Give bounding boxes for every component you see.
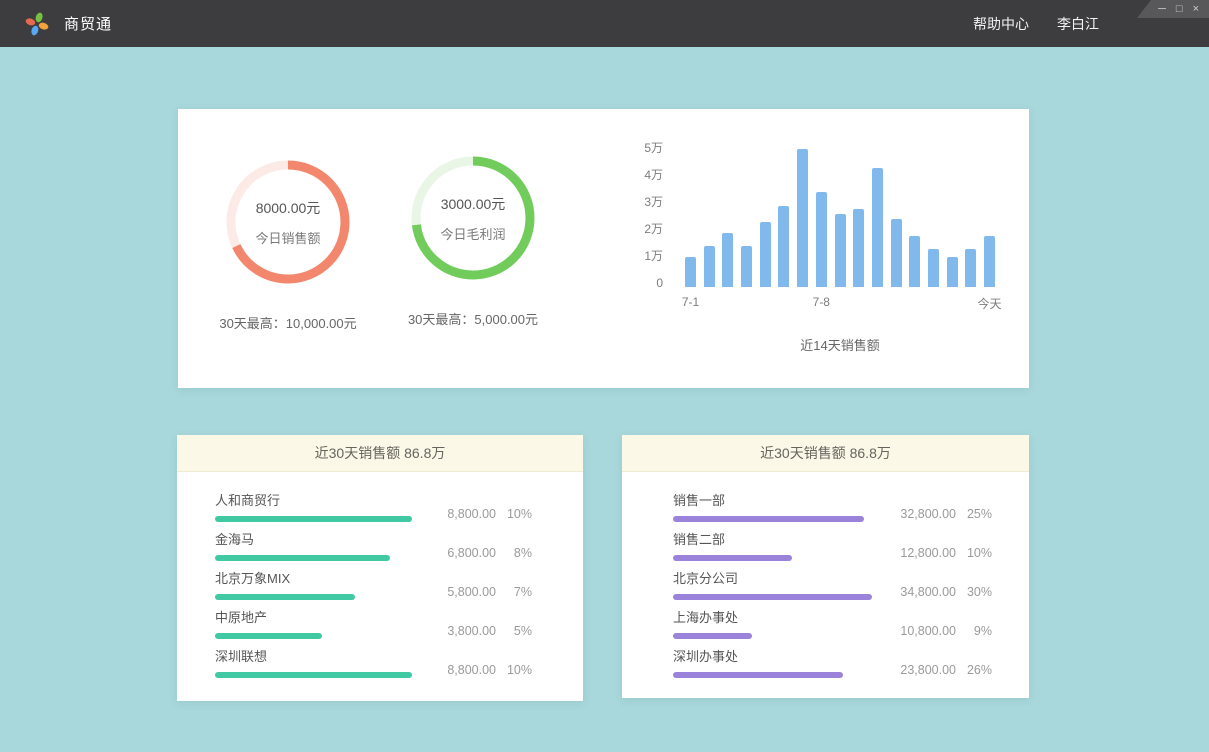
profit-30day-max: 30天最高：5,000.00元 bbox=[393, 309, 553, 328]
list-item: 深圳联想 8,800.0010% bbox=[215, 648, 532, 678]
progress-bar bbox=[673, 672, 843, 678]
percent: 25% bbox=[956, 507, 992, 521]
progress-bar bbox=[673, 555, 792, 561]
amount: 3,800.00 bbox=[426, 624, 496, 638]
percent: 9% bbox=[956, 624, 992, 638]
list-item: 北京分公司 34,800.0030% bbox=[673, 570, 992, 600]
percent: 7% bbox=[496, 585, 532, 599]
chart-bar bbox=[891, 219, 902, 287]
today-profit-label: 今日毛利润 bbox=[440, 224, 505, 243]
list-item: 销售二部 12,800.0010% bbox=[673, 531, 992, 561]
close-button[interactable]: × bbox=[1193, 0, 1199, 18]
list-item: 金海马 6,800.008% bbox=[215, 531, 532, 561]
y-axis-tick: 0 bbox=[656, 276, 663, 290]
chart-bar bbox=[853, 209, 864, 287]
amount: 12,800.00 bbox=[886, 546, 956, 560]
y-axis: 01万2万3万4万5万 bbox=[633, 145, 663, 287]
amount: 6,800.00 bbox=[426, 546, 496, 560]
chart-bar bbox=[816, 192, 827, 287]
list-item: 中原地产 3,800.005% bbox=[215, 609, 532, 639]
chart-bar bbox=[685, 257, 696, 287]
chart-bar bbox=[984, 236, 995, 287]
overview-panel: 8000.00元 今日销售额 30天最高：10,000.00元 3000.00元… bbox=[178, 109, 1029, 388]
customer-sales-panel: 近30天销售额 86.8万 人和商贸行 8,800.0010% 金海马 6,80… bbox=[177, 435, 583, 701]
maximize-button[interactable]: □ bbox=[1176, 0, 1183, 18]
chart-bar bbox=[928, 249, 939, 287]
y-axis-tick: 2万 bbox=[644, 222, 663, 236]
progress-bar bbox=[673, 633, 752, 639]
titlebar-menu: 帮助中心 李白江 bbox=[973, 14, 1099, 34]
progress-bar bbox=[673, 594, 872, 600]
app-window: 商贸通 帮助中心 李白江 ─ □ × 8000.00元 今日销售额 bbox=[0, 0, 1209, 752]
chart-bar bbox=[760, 222, 771, 287]
list-item: 人和商贸行 8,800.0010% bbox=[215, 492, 532, 522]
chart-bar bbox=[741, 246, 752, 287]
progress-bar bbox=[215, 594, 355, 600]
y-axis-tick: 5万 bbox=[644, 141, 663, 155]
amount: 34,800.00 bbox=[886, 585, 956, 599]
list-item: 深圳办事处 23,800.0026% bbox=[673, 648, 992, 678]
chart-bar bbox=[872, 168, 883, 287]
amount: 10,800.00 bbox=[886, 624, 956, 638]
chart-bar bbox=[965, 249, 976, 287]
dashboard: 8000.00元 今日销售额 30天最高：10,000.00元 3000.00元… bbox=[0, 47, 1209, 752]
today-profit-donut: 3000.00元 今日毛利润 30天最高：5,000.00元 bbox=[393, 154, 553, 328]
amount: 8,800.00 bbox=[426, 507, 496, 521]
y-axis-tick: 3万 bbox=[644, 195, 663, 209]
bar-plot bbox=[685, 145, 995, 287]
x-axis-label: 7-8 bbox=[813, 295, 830, 309]
chart-bar bbox=[947, 257, 958, 287]
x-axis-label: 今天 bbox=[977, 295, 1001, 312]
percent: 10% bbox=[496, 663, 532, 677]
amount: 32,800.00 bbox=[886, 507, 956, 521]
department-sales-panel: 近30天销售额 86.8万 销售一部 32,800.0025% 销售二部 12,… bbox=[622, 435, 1029, 698]
list-item: 北京万象MIX 5,800.007% bbox=[215, 570, 532, 600]
progress-bar bbox=[215, 516, 412, 522]
titlebar: 商贸通 帮助中心 李白江 ─ □ × bbox=[0, 0, 1209, 47]
y-axis-tick: 1万 bbox=[644, 249, 663, 263]
user-menu[interactable]: 李白江 bbox=[1057, 14, 1099, 34]
list-item: 上海办事处 10,800.009% bbox=[673, 609, 992, 639]
chart-bar bbox=[704, 246, 715, 287]
chart-bar bbox=[778, 206, 789, 287]
sales-14day-chart: 01万2万3万4万5万 7-17-8今天 近14天销售额 bbox=[633, 145, 995, 380]
today-sales-value: 8000.00元 bbox=[256, 198, 321, 218]
today-profit-value: 3000.00元 bbox=[441, 194, 506, 214]
chart-bar bbox=[835, 214, 846, 287]
x-axis-label: 7-1 bbox=[682, 295, 699, 309]
chart-title: 近14天销售额 bbox=[685, 335, 995, 354]
list-item: 销售一部 32,800.0025% bbox=[673, 492, 992, 522]
app-title: 商贸通 bbox=[64, 13, 112, 34]
today-sales-label: 今日销售额 bbox=[255, 228, 320, 247]
y-axis-tick: 4万 bbox=[644, 168, 663, 182]
percent: 10% bbox=[496, 507, 532, 521]
percent: 8% bbox=[496, 546, 532, 560]
percent: 5% bbox=[496, 624, 532, 638]
percent: 30% bbox=[956, 585, 992, 599]
help-center-link[interactable]: 帮助中心 bbox=[973, 14, 1029, 34]
today-sales-donut: 8000.00元 今日销售额 30天最高：10,000.00元 bbox=[208, 158, 368, 332]
department-panel-title: 近30天销售额 86.8万 bbox=[622, 435, 1029, 472]
chart-bar bbox=[909, 236, 920, 287]
app-logo-icon bbox=[24, 11, 50, 37]
minimize-button[interactable]: ─ bbox=[1158, 0, 1166, 18]
progress-bar bbox=[215, 672, 412, 678]
progress-bar bbox=[215, 633, 322, 639]
window-controls: ─ □ × bbox=[1137, 0, 1209, 18]
chart-bar bbox=[722, 233, 733, 287]
amount: 5,800.00 bbox=[426, 585, 496, 599]
x-axis: 7-17-8今天 bbox=[685, 295, 995, 311]
chart-bar bbox=[797, 149, 808, 287]
percent: 10% bbox=[956, 546, 992, 560]
progress-bar bbox=[215, 555, 390, 561]
percent: 26% bbox=[956, 663, 992, 677]
amount: 23,800.00 bbox=[886, 663, 956, 677]
progress-bar bbox=[673, 516, 864, 522]
amount: 8,800.00 bbox=[426, 663, 496, 677]
customer-panel-title: 近30天销售额 86.8万 bbox=[177, 435, 583, 472]
sales-30day-max: 30天最高：10,000.00元 bbox=[208, 313, 368, 332]
